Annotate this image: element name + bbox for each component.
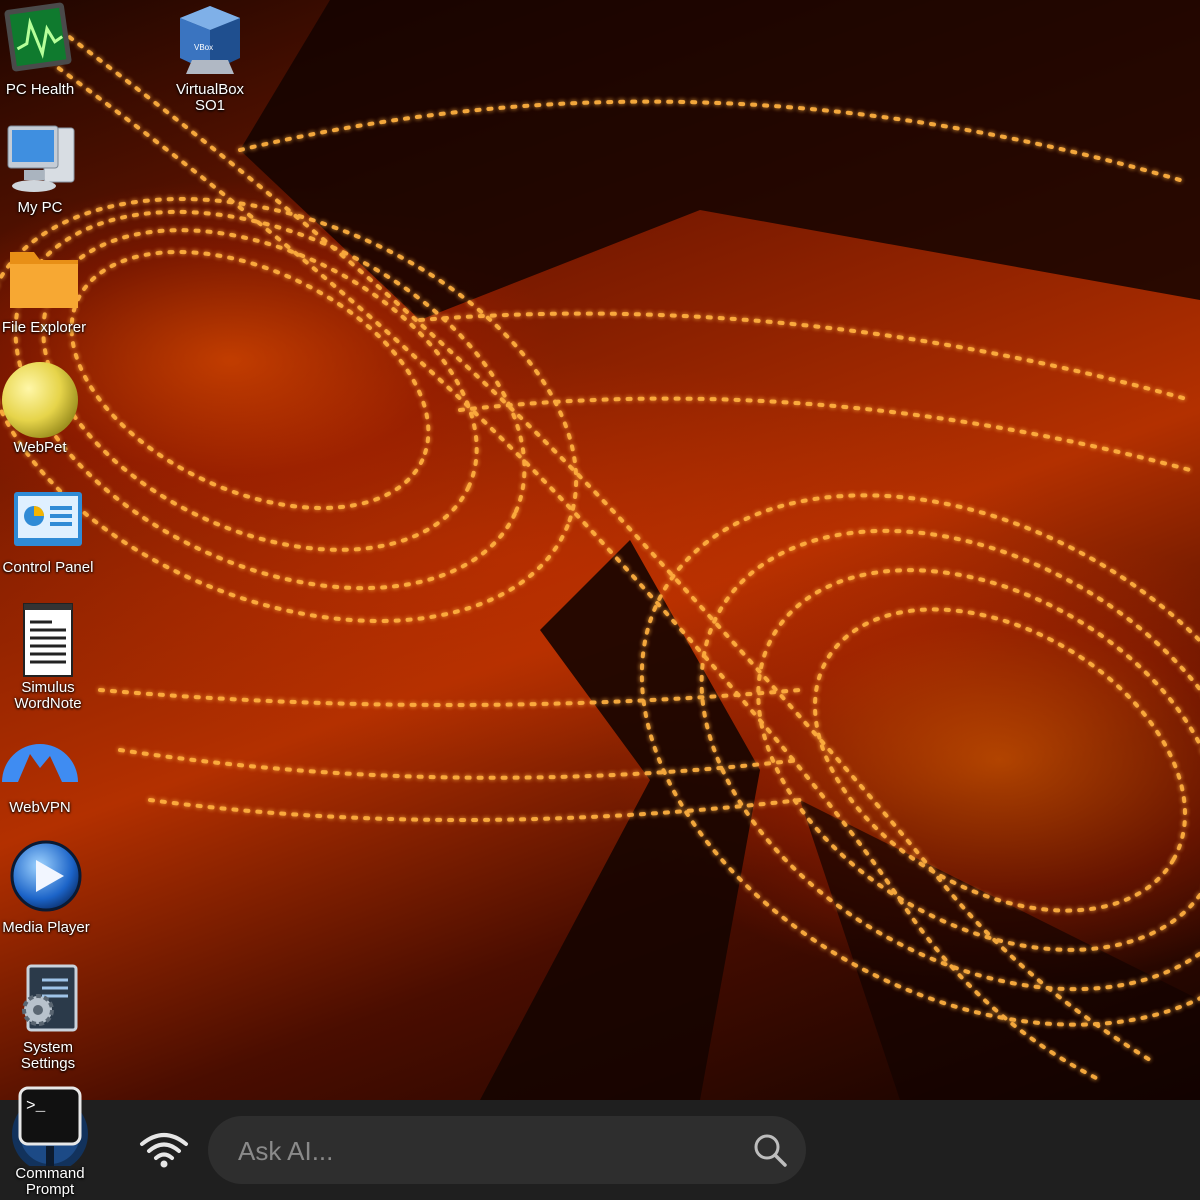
desktop-icon-label: My PC	[17, 199, 63, 216]
desktop-icon-label: VirtualBox SO1	[175, 81, 245, 114]
svg-text:>_: >_	[26, 1097, 46, 1115]
ask-ai-input[interactable]	[236, 1130, 720, 1172]
desktop-icon-label: WebVPN	[9, 799, 71, 816]
desktop-icon-system-settings[interactable]: System Settings	[0, 960, 98, 1072]
desktop-icon-command-prompt[interactable]: >_ Command Prompt	[0, 1086, 100, 1198]
control-panel-icon	[8, 480, 88, 560]
desktop-icon-label: Control Panel	[2, 559, 94, 576]
my-pc-icon	[0, 120, 80, 200]
desktop-icon-label: System Settings	[20, 1039, 76, 1072]
terminal-icon: >_	[10, 1086, 90, 1172]
folder-icon	[4, 240, 84, 320]
notepad-icon	[8, 600, 88, 680]
wifi-icon[interactable]	[136, 1130, 192, 1170]
pc-health-icon	[0, 2, 80, 82]
desktop-icon-virtualbox[interactable]: VBox VirtualBox SO1	[160, 2, 260, 114]
taskbar: >_ Command Prompt	[0, 1086, 1200, 1200]
desktop-icon-control-panel[interactable]: Control Panel	[0, 480, 98, 576]
desktop-icon-label: WebPet	[13, 439, 67, 456]
desktop-icon-simulus-wordnote[interactable]: Simulus WordNote	[0, 600, 98, 712]
ask-ai-search-bar[interactable]	[208, 1116, 806, 1184]
desktop-icon-media-player[interactable]: Media Player	[0, 840, 96, 936]
vpn-mountain-icon	[0, 720, 80, 800]
play-icon	[6, 840, 86, 920]
desktop-icon-label: File Explorer	[1, 319, 87, 336]
desktop-icon-file-explorer[interactable]: File Explorer	[0, 240, 94, 336]
desktop-icon-label: Command Prompt	[15, 1165, 85, 1198]
desktop-icon-label: Media Player	[2, 919, 90, 936]
settings-gear-icon	[8, 960, 88, 1040]
desktop-icon-label: Simulus WordNote	[14, 679, 82, 712]
desktop-icon-webpet[interactable]: WebPet	[0, 360, 90, 456]
webpet-ball-icon	[0, 360, 80, 440]
desktop-icon-pc-health[interactable]: PC Health	[0, 2, 90, 98]
svg-text:VBox: VBox	[194, 43, 213, 52]
search-icon[interactable]	[752, 1132, 788, 1168]
wallpaper-fractal	[0, 0, 1200, 1100]
desktop-icon-label: PC Health	[5, 81, 75, 98]
desktop-icon-my-pc[interactable]: My PC	[0, 120, 90, 216]
desktop-icon-webvpn[interactable]: WebVPN	[0, 720, 90, 816]
virtualbox-icon: VBox	[170, 2, 250, 82]
desktop-wallpaper	[0, 0, 1200, 1100]
